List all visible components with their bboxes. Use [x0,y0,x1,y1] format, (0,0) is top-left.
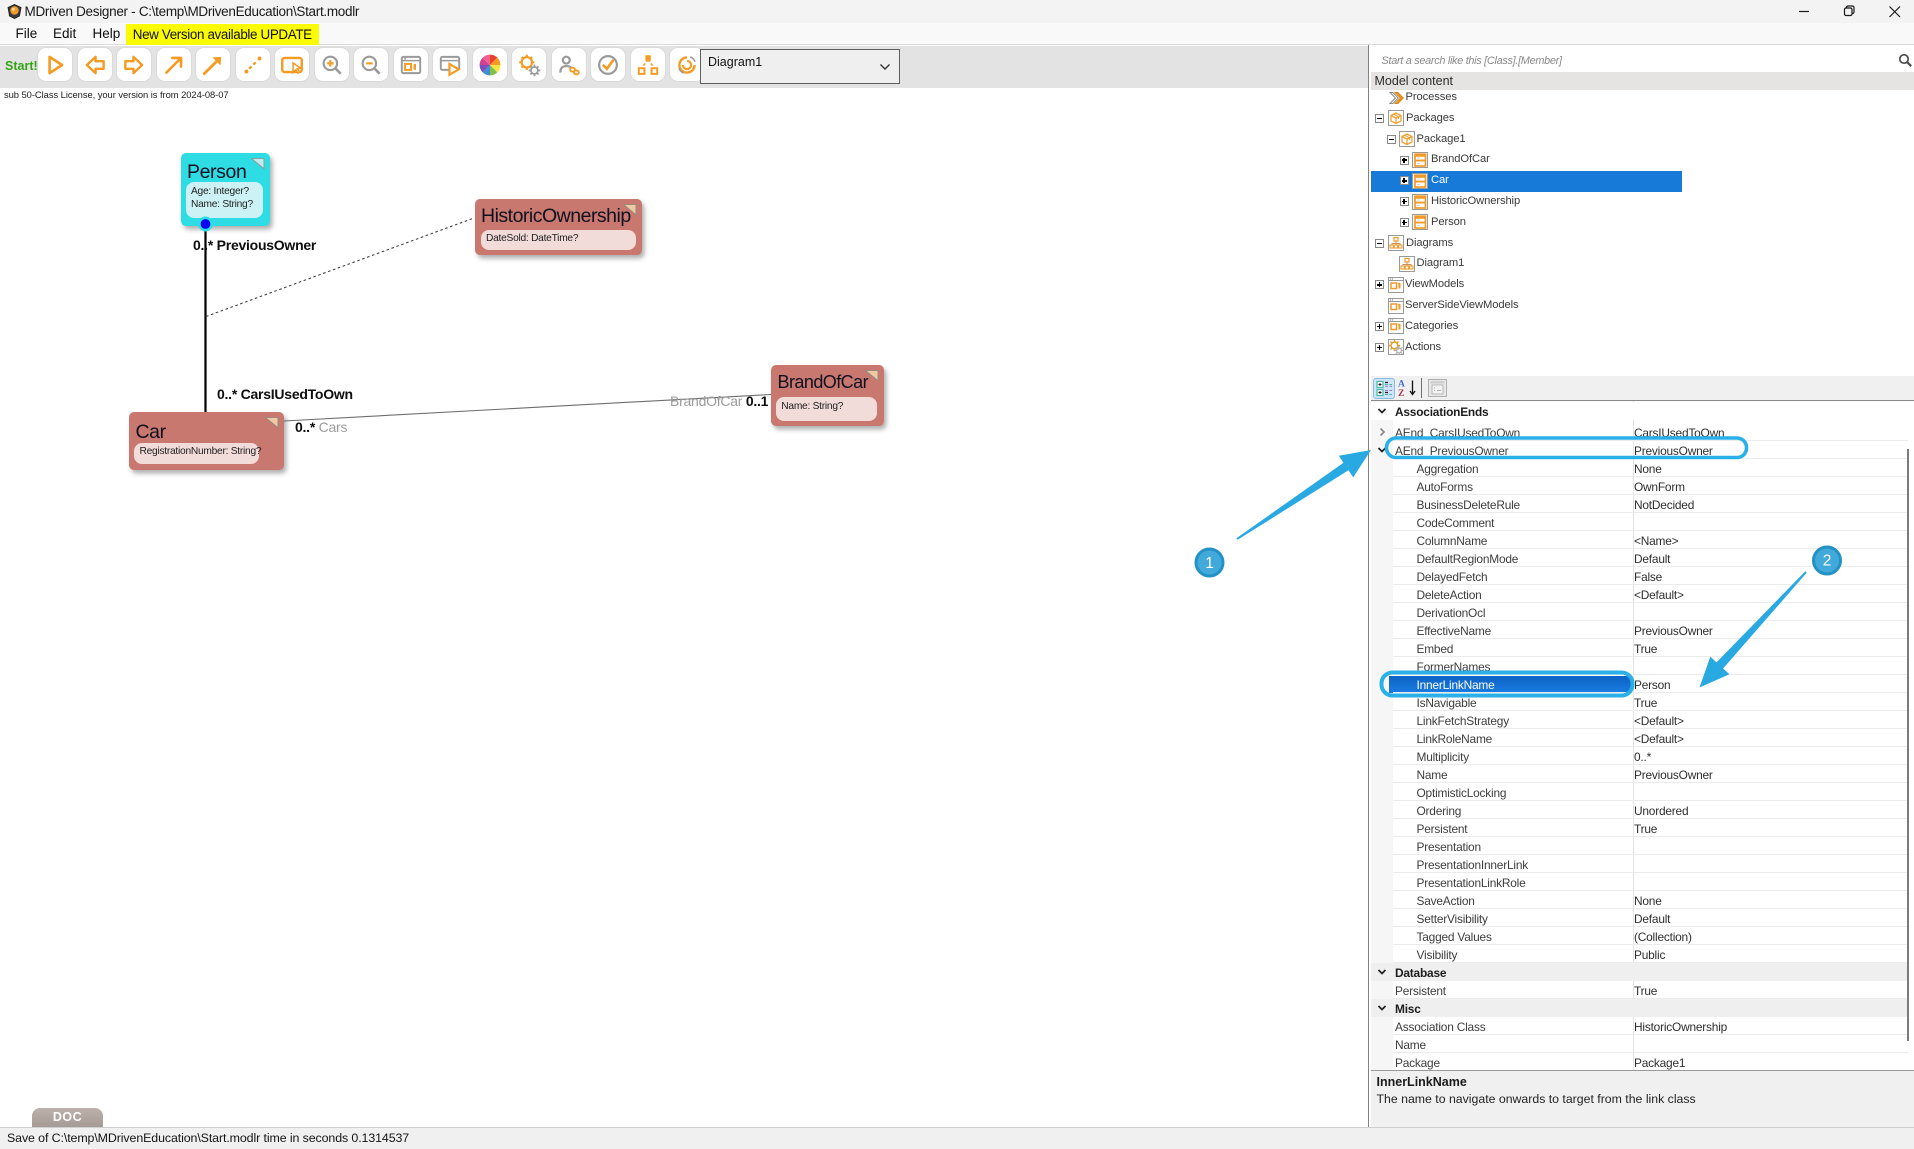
svg-text:2: 2 [1823,553,1832,570]
svg-text:1: 1 [1205,555,1214,572]
